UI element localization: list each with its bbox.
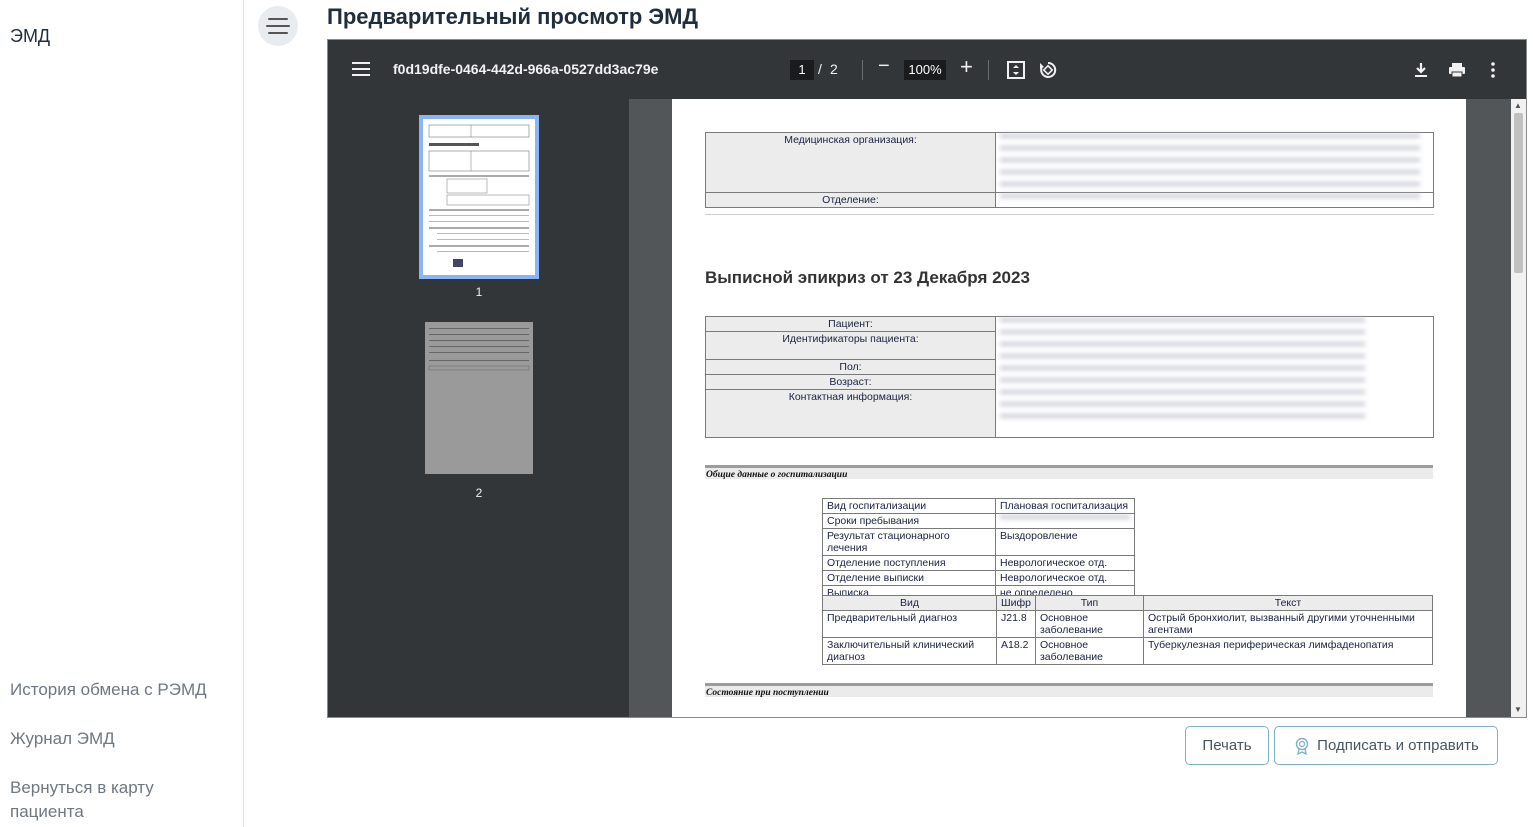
pdf-viewer: f0d19dfe-0464-442d-966a-0527dd3ac79e 1 /… — [327, 39, 1527, 718]
org-value — [995, 132, 1434, 193]
org-label: Медицинская организация: — [705, 132, 996, 193]
sidebar-link-emd-journal[interactable]: Журнал ЭМД — [10, 727, 115, 751]
certificate-icon — [1295, 737, 1309, 755]
admit-dept-value: Неврологическое отд. — [995, 555, 1135, 571]
page-title: Предварительный просмотр ЭМД — [327, 4, 699, 29]
more-options-icon[interactable] — [1483, 60, 1503, 80]
result-label: Результат стационарного лечения — [822, 528, 996, 556]
stay-value — [995, 513, 1135, 529]
diag-header-text: Текст — [1142, 595, 1434, 611]
ids-label: Идентификаторы пациента: — [705, 331, 996, 360]
document-area: Медицинская организация: Отделение: Выпи… — [629, 99, 1511, 717]
document-page: Медицинская организация: Отделение: Выпи… — [672, 99, 1466, 717]
sign-and-send-label: Подписать и отправить — [1317, 737, 1479, 754]
result-value: Выздоровление — [995, 528, 1135, 556]
age-label: Возраст: — [705, 374, 996, 390]
scroll-up-icon[interactable]: ▲ — [1514, 101, 1522, 110]
rotate-icon[interactable] — [1038, 60, 1058, 80]
diag-header-code: Шифр — [996, 595, 1036, 611]
hosp-type-label: Вид госпитализации — [822, 498, 996, 514]
org-table: Медицинская организация: Отделение: — [705, 132, 1434, 208]
toolbar-divider — [862, 60, 863, 80]
thumbnail-page-1[interactable] — [419, 115, 539, 279]
thumbnail-preview-2 — [428, 328, 530, 371]
patient-label: Пациент: — [705, 316, 996, 332]
scroll-down-icon[interactable]: ▼ — [1514, 705, 1522, 714]
sidebar-title: ЭМД — [10, 26, 51, 46]
discharge-dept-label: Отделение выписки — [822, 570, 996, 586]
thumbnail-panel: 1 2 — [328, 99, 629, 717]
page-number-input[interactable]: 1 — [790, 60, 814, 80]
scrollbar-thumb[interactable] — [1514, 113, 1523, 273]
stay-label: Сроки пребывания — [822, 513, 996, 529]
patient-table: Пациент: Идентификаторы пациента: Пол: В… — [705, 316, 1434, 438]
thumbnail-number-1: 1 — [475, 285, 483, 299]
diagnosis-table: Вид Шифр Тип Текст Предварительный диагн… — [822, 595, 1434, 665]
sign-and-send-button[interactable]: Подписать и отправить — [1274, 726, 1498, 765]
diag-header-kind: Вид — [822, 595, 997, 611]
section-general-header: Общие данные о госпитализации — [705, 465, 1433, 480]
download-icon[interactable] — [1411, 60, 1431, 80]
table-row: Заключительный клинический диагноз A18.2… — [822, 637, 1434, 665]
pdf-toolbar: f0d19dfe-0464-442d-966a-0527dd3ac79e 1 /… — [328, 40, 1526, 99]
sex-label: Пол: — [705, 359, 996, 375]
patient-values — [995, 316, 1434, 438]
page-separator: / — [818, 61, 822, 77]
menu-toggle-button[interactable] — [258, 6, 298, 46]
contact-label: Контактная информация: — [705, 389, 996, 438]
thumbnail-page-2[interactable] — [425, 322, 533, 474]
menu-icon — [268, 18, 288, 20]
admit-dept-label: Отделение поступления — [822, 555, 996, 571]
table-row: Предварительный диагноз J21.8 Основное з… — [822, 610, 1434, 638]
diag-header-type: Тип — [1034, 595, 1144, 611]
hosp-type-value: Плановая госпитализация — [995, 498, 1135, 514]
zoom-out-button[interactable]: − — [878, 55, 890, 78]
sidebar-link-back-to-card[interactable]: Вернуться в карту пациента — [10, 776, 210, 824]
thumbnail-preview-1 — [428, 124, 530, 267]
dept-value — [995, 192, 1434, 208]
fit-page-icon[interactable] — [1006, 60, 1026, 80]
pdf-sidebar-toggle-icon[interactable] — [352, 62, 370, 76]
document-scrollbar[interactable]: ▲ ▼ — [1511, 99, 1526, 717]
thumbnail-number-2: 2 — [475, 486, 483, 500]
divider — [705, 214, 1434, 215]
zoom-in-button[interactable]: + — [960, 54, 973, 80]
toolbar-divider — [988, 60, 989, 80]
section-admission-header: Состояние при поступлении — [705, 683, 1433, 698]
page-total: 2 — [830, 61, 838, 77]
document-heading: Выписной эпикриз от 23 Декабря 2023 — [705, 268, 1030, 287]
dept-label: Отделение: — [705, 192, 996, 208]
discharge-dept-value: Неврологическое отд. — [995, 570, 1135, 586]
pdf-filename: f0d19dfe-0464-442d-966a-0527dd3ac79e — [393, 61, 659, 77]
sidebar-link-remd-history[interactable]: История обмена с РЭМД — [10, 678, 207, 702]
zoom-input[interactable]: 100% — [904, 60, 946, 80]
sidebar: ЭМД История обмена с РЭМД Журнал ЭМД Вер… — [0, 0, 244, 827]
print-button[interactable]: Печать — [1185, 726, 1269, 765]
print-icon[interactable] — [1447, 60, 1467, 80]
hospitalization-table: Вид госпитализации Плановая госпитализаци… — [822, 498, 1135, 601]
